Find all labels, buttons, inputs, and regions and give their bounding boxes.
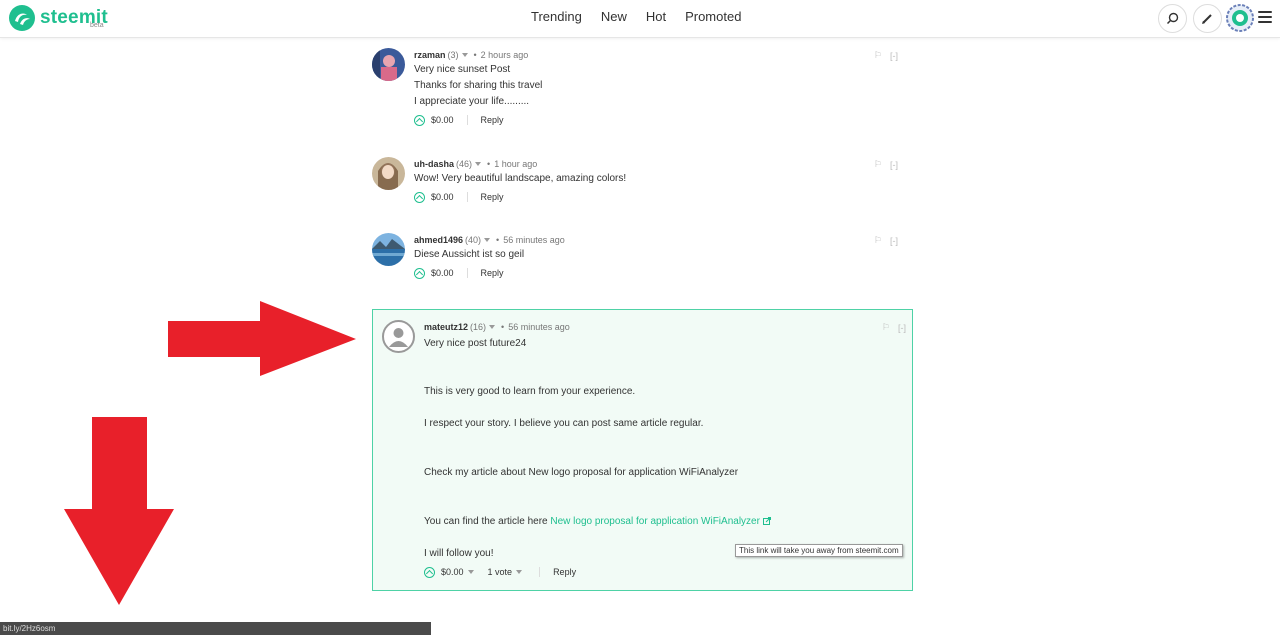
external-link[interactable]: New logo proposal for application WiFiAn… [550, 516, 760, 527]
timestamp[interactable]: 56 minutes ago [503, 235, 565, 245]
timestamp[interactable]: 56 minutes ago [508, 322, 570, 332]
comment-actions: $0.00 Reply [414, 265, 904, 281]
comment-text: Wow! Very beautiful landscape, amazing c… [414, 171, 904, 187]
author-name[interactable]: ahmed1496 [414, 235, 463, 245]
comment-line: You can find the article here New logo p… [424, 514, 914, 530]
reply-link[interactable]: Reply [481, 115, 504, 125]
user-avatar[interactable] [1226, 4, 1254, 32]
comment-meta: uh-dasha (46) • 1 hour ago [414, 159, 538, 169]
avatar[interactable] [372, 157, 405, 190]
main-nav: Trending New Hot Promoted [531, 9, 760, 24]
comment-line: I appreciate your life......... [414, 96, 530, 107]
flag-icon[interactable]: ⚐ [874, 159, 882, 170]
steemit-logo-icon [9, 5, 35, 31]
write-post-button[interactable] [1193, 4, 1222, 33]
author-name[interactable]: uh-dasha [414, 159, 454, 169]
pencil-icon [1202, 14, 1212, 24]
external-link-icon [762, 517, 771, 526]
collapse-button[interactable]: [-] [890, 236, 898, 246]
comment-text-span: You can find the article here [424, 516, 548, 527]
reply-link[interactable]: Reply [481, 192, 504, 202]
upvote-icon[interactable] [414, 114, 425, 126]
link-tooltip: This link will take you away from steemi… [735, 544, 903, 557]
avatar[interactable] [372, 48, 405, 81]
author-name[interactable]: mateutz12 [424, 322, 468, 332]
search-icon [1166, 12, 1179, 25]
upvote-icon[interactable] [414, 267, 425, 279]
nav-trending[interactable]: Trending [531, 9, 582, 24]
comment-rzaman: rzaman (3) • 2 hours ago ⚐ [-] Very nice… [372, 48, 912, 138]
reputation: (46) [456, 159, 473, 169]
divider [466, 115, 468, 125]
comment-meta: rzaman (3) • 2 hours ago [414, 50, 529, 60]
avatar[interactable] [372, 233, 405, 266]
divider [466, 268, 468, 278]
comment-line: Very nice sunset Post [414, 64, 511, 75]
comment-text: Very nice post future24 This is very goo… [424, 336, 914, 562]
upvote-icon[interactable] [414, 191, 425, 203]
comment-line: Very nice post future24 [424, 338, 527, 349]
vote-count[interactable]: 1 vote [488, 567, 513, 577]
search-button[interactable] [1158, 4, 1187, 33]
nav-hot[interactable]: Hot [646, 9, 666, 24]
timestamp[interactable]: 2 hours ago [481, 50, 529, 60]
red-arrow-right [168, 301, 356, 376]
chevron-down-icon[interactable] [461, 53, 468, 57]
comment-meta: ahmed1496 (40) • 56 minutes ago [414, 235, 565, 245]
comment-line: I respect your story. I believe you can … [424, 418, 704, 429]
comment-line: This is very good to learn from your exp… [424, 386, 636, 397]
comment-uh-dasha: uh-dasha (46) • 1 hour ago ⚐ [-] Wow! Ve… [372, 157, 912, 207]
payout[interactable]: $0.00 [441, 567, 464, 577]
comment-actions: $0.00 Reply [414, 112, 904, 128]
nav-promoted[interactable]: Promoted [685, 9, 741, 24]
flag-icon[interactable]: ⚐ [882, 322, 890, 333]
flag-icon[interactable]: ⚐ [874, 50, 882, 61]
comment-line: Thanks for sharing this travel [414, 80, 543, 91]
comment-meta: mateutz12 (16) • 56 minutes ago [424, 322, 570, 332]
reply-link[interactable]: Reply [481, 268, 504, 278]
payout[interactable]: $0.00 [431, 268, 454, 278]
comment-actions: $0.00 1 vote Reply [424, 564, 914, 580]
author-name[interactable]: rzaman [414, 50, 446, 60]
reputation: (3) [447, 50, 459, 60]
reputation: (16) [470, 322, 487, 332]
flag-icon[interactable]: ⚐ [874, 235, 882, 246]
reply-link[interactable]: Reply [553, 567, 576, 577]
payout[interactable]: $0.00 [431, 192, 454, 202]
chevron-down-icon[interactable] [475, 162, 482, 166]
comment-line: Check my article about New logo proposal… [424, 467, 739, 478]
payout[interactable]: $0.00 [431, 115, 454, 125]
collapse-button[interactable]: [-] [890, 160, 898, 170]
divider [466, 192, 468, 202]
collapse-button[interactable]: [-] [890, 51, 898, 61]
divider [539, 567, 541, 577]
chevron-down-icon[interactable] [516, 570, 523, 574]
top-header: steemit beta Trending New Hot Promoted [0, 0, 1280, 38]
chevron-down-icon[interactable] [484, 238, 491, 242]
collapse-button[interactable]: [-] [898, 323, 906, 333]
upvote-icon[interactable] [424, 566, 435, 578]
avatar[interactable] [382, 320, 415, 353]
logo-beta: beta [90, 22, 104, 29]
comment-text: Diese Aussicht ist so geil [414, 247, 904, 263]
red-arrow-down [64, 417, 174, 605]
nav-new[interactable]: New [601, 9, 627, 24]
comment-actions: $0.00 Reply [414, 189, 904, 205]
reputation: (40) [465, 235, 482, 245]
comment-line: Diese Aussicht ist so geil [414, 249, 525, 260]
chevron-down-icon[interactable] [489, 325, 496, 329]
timestamp[interactable]: 1 hour ago [494, 159, 537, 169]
hamburger-menu-icon[interactable] [1258, 11, 1272, 23]
comment-ahmed1496: ahmed1496 (40) • 56 minutes ago ⚐ [-] Di… [372, 233, 912, 283]
chevron-down-icon[interactable] [467, 570, 474, 574]
browser-status-bar: bit.ly/2Hz6osm [0, 622, 431, 635]
comment-line: Wow! Very beautiful landscape, amazing c… [414, 173, 627, 184]
comment-text: Very nice sunset Post Thanks for sharing… [414, 62, 904, 110]
